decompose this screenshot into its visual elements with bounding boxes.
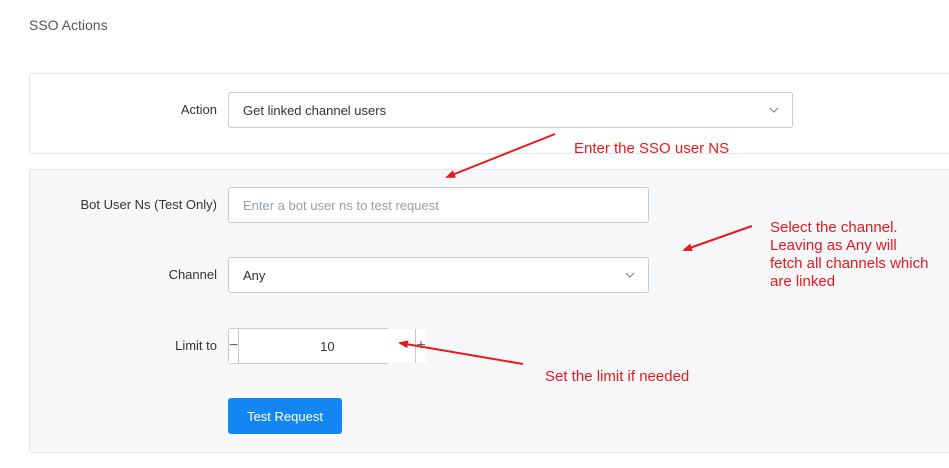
chevron-down-icon bbox=[769, 107, 779, 113]
test-request-button[interactable]: Test Request bbox=[228, 398, 342, 434]
annotation-channel-line-2: Leaving as Any will bbox=[770, 237, 897, 254]
limit-input[interactable] bbox=[239, 329, 416, 363]
channel-select-value: Any bbox=[243, 267, 266, 283]
annotation-channel-line-1: Select the channel. bbox=[770, 219, 898, 236]
limit-stepper: − + bbox=[228, 328, 426, 364]
limit-label: Limit to bbox=[175, 338, 217, 353]
annotation-sso-user: Enter the SSO user NS bbox=[574, 140, 730, 157]
bot-user-ns-input[interactable] bbox=[228, 187, 649, 223]
plus-icon[interactable]: + bbox=[415, 329, 426, 363]
action-select[interactable]: Get linked channel users bbox=[228, 92, 793, 128]
bot-user-ns-label: Bot User Ns (Test Only) bbox=[80, 197, 217, 212]
chevron-down-icon bbox=[625, 272, 635, 278]
minus-icon[interactable]: − bbox=[229, 329, 240, 363]
annotation-channel-line-4: are linked bbox=[770, 273, 836, 290]
annotation-limit: Set the limit if needed bbox=[545, 368, 690, 385]
channel-label: Channel bbox=[168, 267, 217, 282]
action-select-value: Get linked channel users bbox=[243, 102, 387, 118]
increment-button-label: + bbox=[416, 337, 426, 354]
annotation-channel-line-3: fetch all channels which bbox=[770, 255, 929, 272]
channel-select[interactable]: Any bbox=[228, 257, 649, 293]
page-title: SSO Actions bbox=[29, 17, 108, 33]
action-label: Action bbox=[180, 102, 217, 117]
decrement-button-label: − bbox=[229, 337, 239, 354]
